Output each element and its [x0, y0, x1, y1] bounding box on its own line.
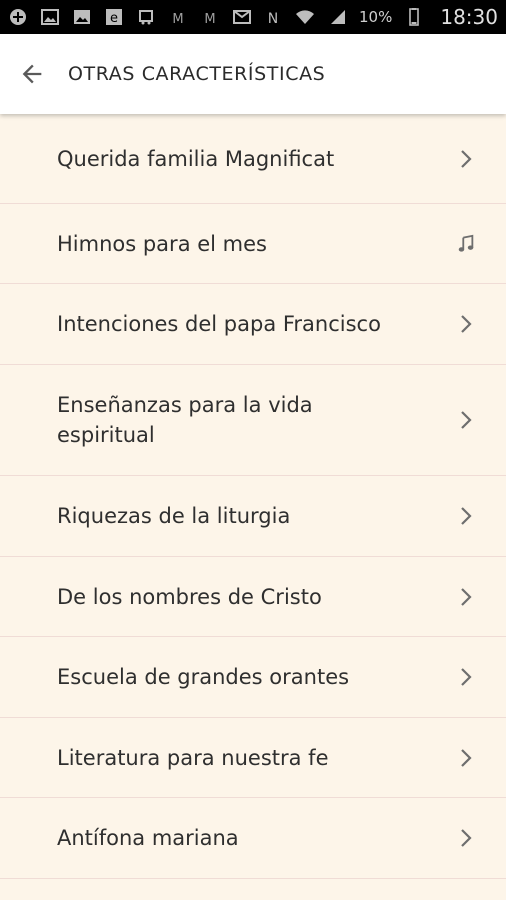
list-item-literatura[interactable]: Literatura para nuestra fe — [0, 718, 506, 798]
list-item-antifona[interactable]: Antífona mariana — [0, 798, 506, 879]
app-bar: OTRAS CARACTERÍSTICAS — [0, 34, 506, 114]
back-button[interactable] — [0, 34, 68, 114]
chevron-right-icon — [456, 312, 476, 336]
battery-icon — [404, 8, 424, 26]
list-item-riquezas[interactable]: Riquezas de la liturgia — [0, 476, 506, 557]
image-icon — [40, 8, 60, 26]
list-item-label: Escuela de grandes orantes — [57, 665, 350, 689]
chevron-right-icon — [456, 504, 476, 528]
bus-icon — [136, 8, 156, 26]
list-item-label: Himnos para el mes — [57, 231, 267, 256]
e-icon: e — [104, 8, 124, 26]
status-bar: e M M N 10% 18:30 — [0, 0, 506, 34]
list-item-nombres-cristo[interactable]: De los nombres de Cristo — [0, 557, 506, 637]
svg-text:M: M — [204, 12, 215, 26]
chevron-right-icon — [456, 746, 476, 770]
nfc-icon: N — [263, 8, 283, 26]
list-item-label: Literatura para nuestra fe — [57, 745, 329, 770]
music-note-icon — [456, 232, 476, 256]
gmail-icon: M — [200, 8, 220, 26]
chevron-right-icon — [456, 408, 476, 432]
battery-percent: 10% — [359, 8, 393, 26]
list-item-label: Antífona mariana — [57, 826, 239, 850]
status-clock: 18:30 — [440, 5, 498, 29]
list-item-querida-familia[interactable]: Querida familia Magnificat — [0, 114, 506, 204]
list-item-ensenanzas[interactable]: Enseñanzas para la vida espiritual — [0, 365, 506, 476]
chevron-right-icon — [456, 665, 476, 689]
add-icon — [8, 8, 28, 26]
svg-text:M: M — [172, 12, 183, 26]
chevron-right-icon — [456, 826, 476, 850]
svg-text:N: N — [268, 11, 278, 26]
list-item-escuela[interactable]: Escuela de grandes orantes — [0, 637, 506, 718]
list-item-label: Enseñanzas para la vida espiritual — [57, 393, 313, 447]
gallery-icon — [72, 8, 92, 26]
list-item-label: Riquezas de la liturgia — [57, 504, 291, 528]
wifi-icon — [295, 8, 315, 26]
list-item-himnos[interactable]: Himnos para el mes — [0, 204, 506, 284]
status-system: N 10% 18:30 — [263, 5, 498, 29]
svg-text:e: e — [110, 11, 118, 26]
gmail-icon: M — [168, 8, 188, 26]
list-item-label: Intenciones del papa Francisco — [57, 312, 381, 336]
mail-icon — [232, 8, 252, 26]
arrow-back-icon — [22, 64, 42, 84]
list-item-label: De los nombres de Cristo — [57, 584, 322, 609]
list-item-label: Querida familia Magnificat — [57, 146, 335, 171]
chevron-right-icon — [456, 147, 476, 171]
page-title: OTRAS CARACTERÍSTICAS — [68, 63, 326, 85]
status-notifications: e M M — [8, 8, 252, 26]
feature-list: Querida familia Magnificat Himnos para e… — [0, 114, 506, 900]
list-item-intenciones[interactable]: Intenciones del papa Francisco — [0, 284, 506, 365]
chevron-right-icon — [456, 585, 476, 609]
signal-icon — [327, 8, 347, 26]
